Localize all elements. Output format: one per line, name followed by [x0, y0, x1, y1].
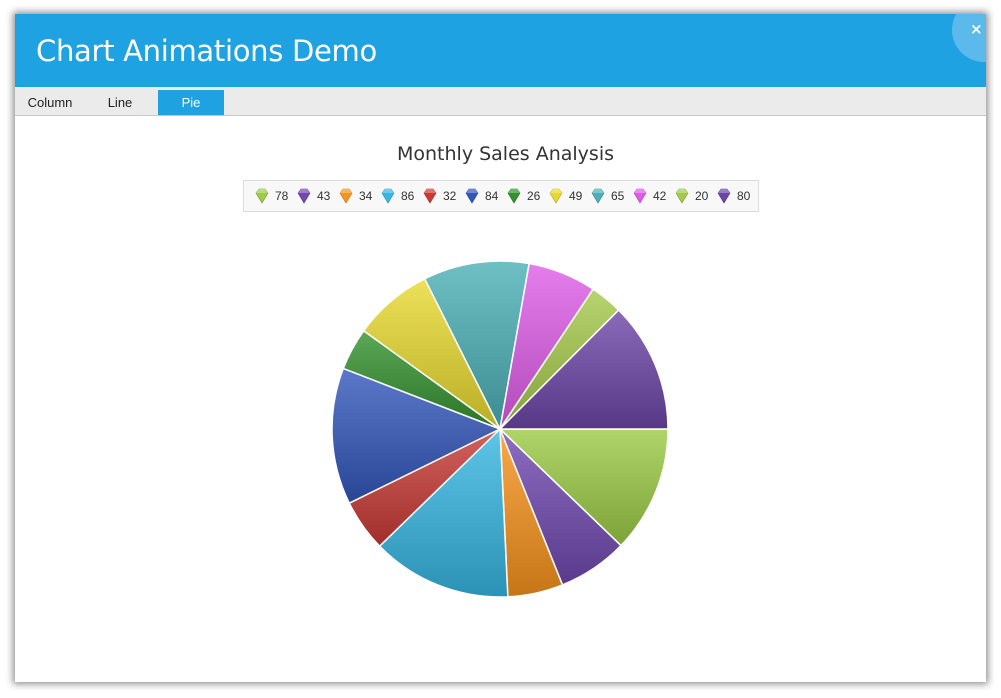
close-icon[interactable]: × — [970, 20, 983, 38]
tab-column[interactable]: Column — [15, 90, 85, 115]
chart-window: Chart Animations Demo × Column Line Pie … — [15, 14, 986, 682]
title-bar: Chart Animations Demo — [15, 14, 986, 87]
tab-pie[interactable]: Pie — [158, 90, 224, 115]
pie-chart — [331, 260, 669, 598]
chart-area: Monthly Sales Analysis 78 43 34 86 32 84 26 49 6… — [15, 116, 986, 682]
tab-line[interactable]: Line — [85, 90, 155, 115]
tab-bar: Column Line Pie — [15, 87, 986, 116]
window-title: Chart Animations Demo — [36, 34, 377, 68]
